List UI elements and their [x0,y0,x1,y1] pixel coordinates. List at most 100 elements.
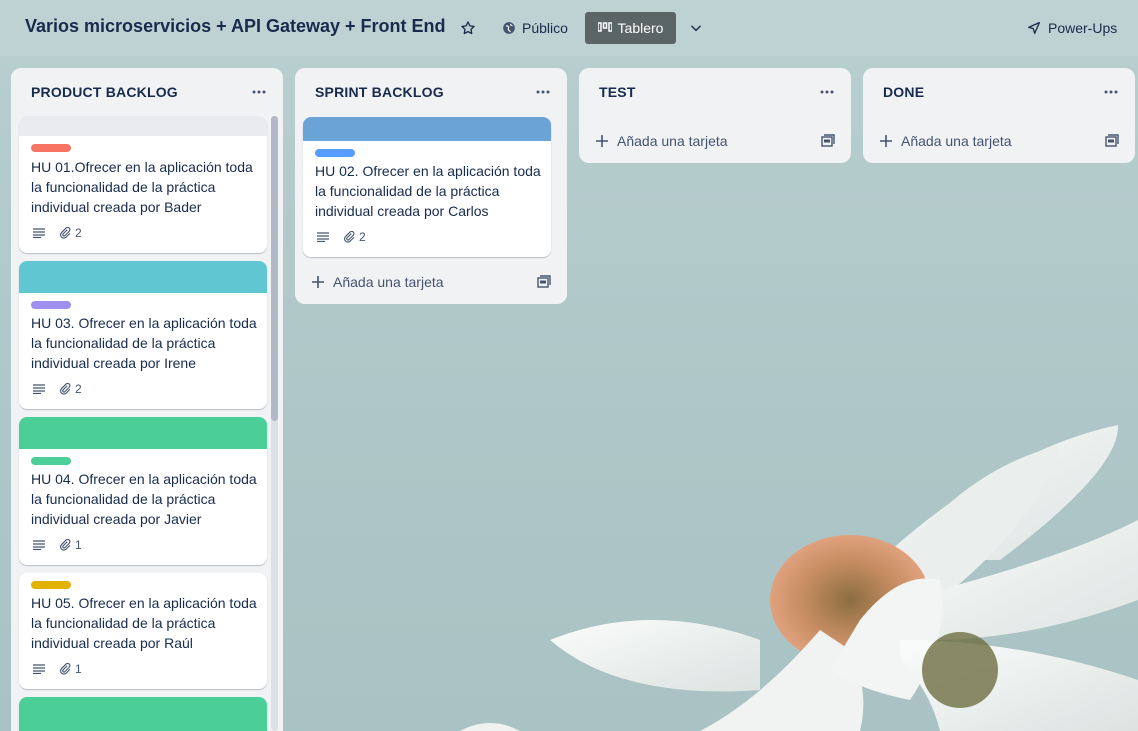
card-label[interactable] [31,581,71,589]
card-title-line: individual creada por Javier [31,511,202,527]
board-view-label: Tablero [617,20,664,36]
card-label[interactable] [31,144,71,152]
attachment-count: 1 [75,662,82,676]
card-title-line: la funcionalidad de la práctica [31,491,216,507]
card-cover [303,117,551,141]
card-label[interactable] [31,301,71,309]
list-title[interactable]: DONE [883,84,924,100]
list-scrollbar[interactable] [271,116,278,731]
list-title[interactable]: PRODUCT BACKLOG [31,84,178,100]
card-hu05[interactable]: HU 05. Ofrecer en la aplicación toda la … [19,573,267,689]
card-label[interactable] [315,149,355,157]
card-title-line: individual creada por Irene [31,355,196,371]
list-menu-button[interactable] [531,80,555,104]
card-badges: 2 [317,230,366,244]
card-title: HU 02. Ofrecer en la aplicación toda la … [315,161,541,221]
description-badge [33,540,45,550]
add-card-button[interactable]: Añada una tarjeta [303,266,559,298]
card-title-line: individual creada por Bader [31,199,202,215]
rocket-icon [1028,22,1040,34]
card-title-line: la funcionalidad de la práctica [315,183,500,199]
more-icon [252,90,266,94]
attachment-count: 2 [75,382,82,396]
visibility-button[interactable]: Público [494,12,576,44]
list-menu-button[interactable] [247,80,271,104]
list-product-backlog: PRODUCT BACKLOG HU 01.Ofrecer en la apli… [11,68,283,731]
board-header: Varios microservicios + API Gateway + Fr… [0,0,1138,56]
attachment-count: 2 [359,230,366,244]
more-icon [1104,90,1118,94]
attachment-icon [60,663,71,675]
plus-icon [879,134,893,148]
card-partial[interactable] [19,697,267,731]
description-icon [33,384,45,394]
description-badge [33,384,45,394]
list-title[interactable]: SPRINT BACKLOG [315,84,444,100]
add-card-button[interactable]: Añada una tarjeta [871,125,1127,157]
list-title[interactable]: TEST [599,84,636,100]
card-cover [19,261,267,293]
scrollbar-thumb[interactable] [271,116,278,421]
card-title-line: la funcionalidad de la práctica [31,615,216,631]
powerups-button[interactable]: Power-Ups [1018,12,1125,44]
attachment-badge: 1 [59,538,82,552]
template-icon[interactable] [537,275,551,289]
card-label[interactable] [31,457,71,465]
attachment-badge: 2 [59,226,82,240]
add-card-label: Añada una tarjeta [617,133,728,149]
globe-icon [503,22,515,34]
card-title-line: individual creada por Raúl [31,635,193,651]
plus-icon [311,275,325,289]
card-hu03[interactable]: HU 03. Ofrecer en la aplicación toda la … [19,261,267,409]
list-header: DONE [863,68,1135,116]
powerups-label: Power-Ups [1048,20,1118,36]
board-icon [597,22,612,32]
attachment-icon [344,231,355,243]
more-icon [820,90,834,94]
view-switcher-button[interactable] [684,12,708,44]
plus-icon [595,134,609,148]
add-card-label: Añada una tarjeta [901,133,1012,149]
card-title: HU 05. Ofrecer en la aplicación toda la … [31,593,257,653]
attachment-icon [60,383,71,395]
attachment-icon [60,539,71,551]
description-icon [33,664,45,674]
card-title-line: HU 03. Ofrecer en la aplicación toda [31,315,257,331]
template-icon[interactable] [821,134,835,148]
list-done: DONE Añada una tarjeta [863,68,1135,163]
more-icon [536,90,550,94]
visibility-label: Público [522,20,568,36]
star-button[interactable] [456,12,480,44]
list-menu-button[interactable] [815,80,839,104]
board-view-button[interactable]: Tablero [585,12,676,44]
description-icon [317,232,329,242]
card-hu01[interactable]: HU 01.Ofrecer en la aplicación toda la f… [19,116,267,253]
template-icon[interactable] [1105,134,1119,148]
card-title: HU 03. Ofrecer en la aplicación toda la … [31,313,257,373]
description-badge [33,664,45,674]
card-badges: 2 [33,226,82,240]
card-title-line: la funcionalidad de la práctica [31,179,216,195]
description-icon [33,540,45,550]
chevron-down-icon [691,25,701,32]
card-hu04[interactable]: HU 04. Ofrecer en la aplicación toda la … [19,417,267,565]
list-test: TEST Añada una tarjeta [579,68,851,163]
attachment-badge: 2 [59,382,82,396]
description-badge [317,232,329,242]
attachment-count: 1 [75,538,82,552]
card-title-line: HU 02. Ofrecer en la aplicación toda [315,163,541,179]
list-menu-button[interactable] [1099,80,1123,104]
card-title: HU 04. Ofrecer en la aplicación toda la … [31,469,257,529]
card-cover [19,116,267,136]
attachment-badge: 1 [59,662,82,676]
list-header: TEST [579,68,851,116]
card-hu02[interactable]: HU 02. Ofrecer en la aplicación toda la … [303,117,551,257]
card-title-line: HU 04. Ofrecer en la aplicación toda [31,471,257,487]
card-cover [19,697,267,731]
attachment-count: 2 [75,226,82,240]
add-card-button[interactable]: Añada una tarjeta [587,125,843,157]
card-title-line: la funcionalidad de la práctica [31,335,216,351]
card-badges: 2 [33,382,82,396]
board-title[interactable]: Varios microservicios + API Gateway + Fr… [25,16,446,37]
attachment-badge: 2 [343,230,366,244]
